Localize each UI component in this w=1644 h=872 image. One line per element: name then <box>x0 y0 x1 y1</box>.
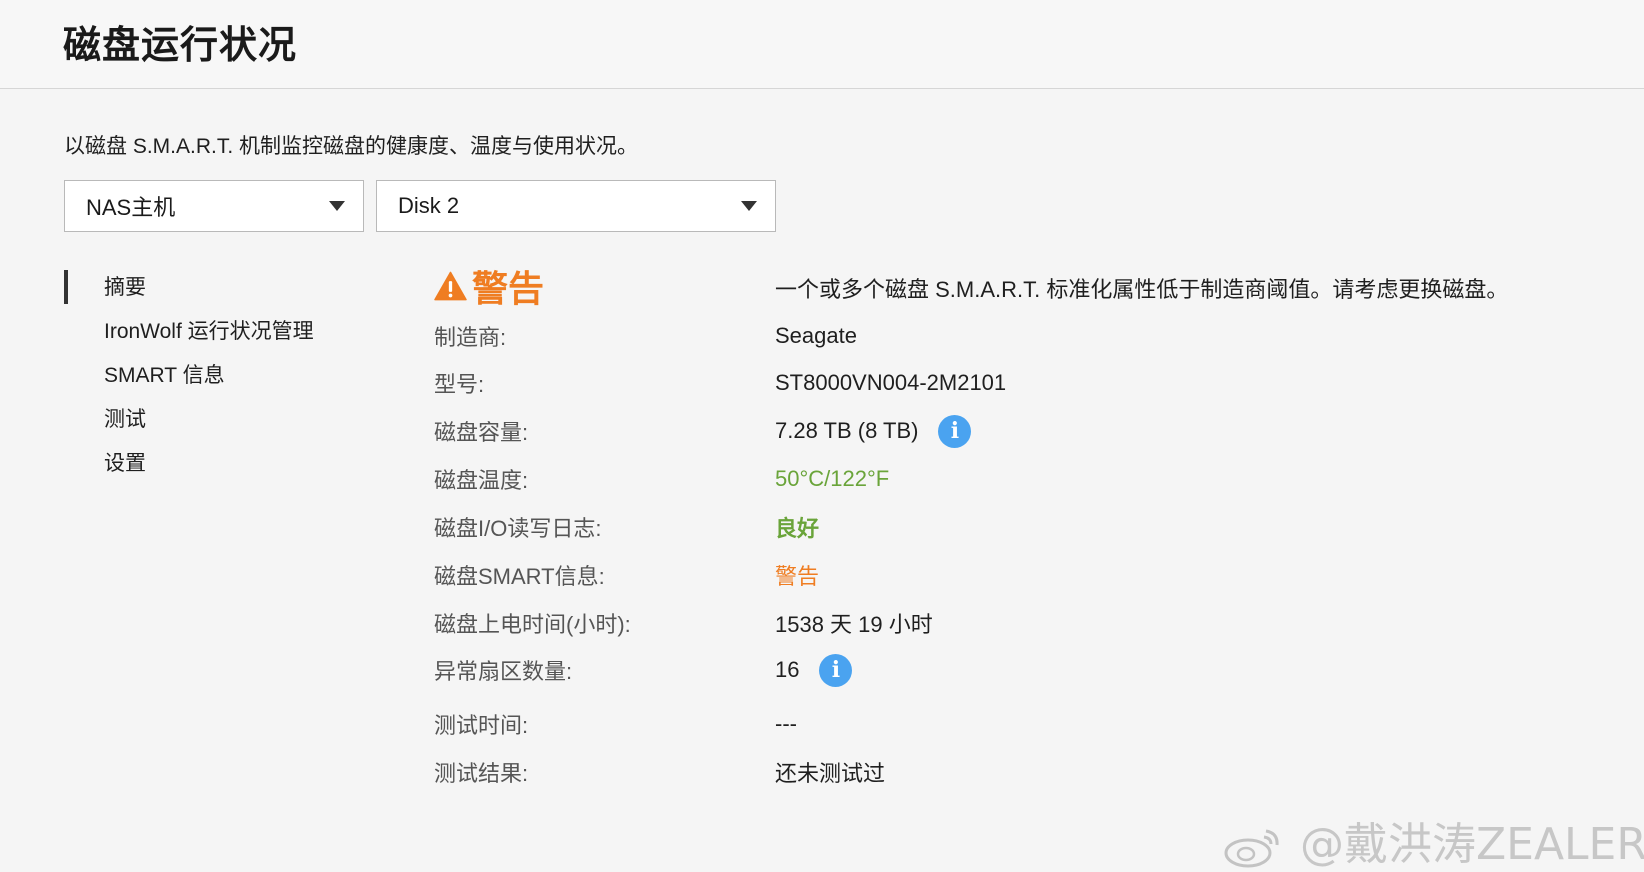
capacity-value-wrap: 7.28 TB (8 TB) i <box>775 414 972 448</box>
info-row-model: 型号: ST8000VN004-2M2101 <box>434 363 1614 403</box>
info-row-test-time: 测试时间: --- <box>434 704 1614 744</box>
host-select[interactable]: NAS主机 <box>64 180 364 232</box>
smart-value: 警告 <box>775 564 820 589</box>
capacity-value: 7.28 TB (8 TB) <box>775 418 919 443</box>
bad-sectors-value-wrap: 16 i <box>775 653 853 687</box>
info-icon[interactable]: i <box>938 414 972 448</box>
info-label: 磁盘SMART信息: <box>434 564 605 589</box>
weibo-logo-icon <box>1224 829 1279 868</box>
disk-select[interactable]: Disk 2 <box>376 180 776 232</box>
info-label: 磁盘容量: <box>434 420 529 445</box>
info-label: 测试结果: <box>434 761 529 786</box>
page-description: 以磁盘 S.M.A.R.T. 机制监控磁盘的健康度、温度与使用状况。 <box>64 135 639 158</box>
test-result-value: 还未测试过 <box>775 761 886 786</box>
sidebar-item-settings[interactable]: 设置 <box>64 442 384 486</box>
info-label: 磁盘上电时间(小时): <box>434 612 631 637</box>
chevron-down-icon <box>741 201 757 211</box>
host-select-value: NAS主机 <box>86 195 176 220</box>
info-row-manufacturer: 制造商: Seagate <box>434 316 1614 356</box>
info-icon[interactable]: i <box>819 653 853 687</box>
info-label: 磁盘温度: <box>434 468 529 493</box>
page-title: 磁盘运行状况 <box>63 25 298 67</box>
disk-select-value: Disk 2 <box>398 193 460 218</box>
info-row-test-result: 测试结果: 还未测试过 <box>434 752 1614 792</box>
watermark: @戴洪涛ZEALER <box>1222 808 1644 872</box>
sidebar-item-ironwolf[interactable]: IronWolf 运行状况管理 <box>64 310 384 354</box>
io-log-value: 良好 <box>775 516 820 541</box>
info-row-power-on: 磁盘上电时间(小时): 1538 天 19 小时 <box>434 603 1614 643</box>
page-header: 磁盘运行状况 <box>0 0 1644 89</box>
info-label: 制造商: <box>434 325 507 350</box>
status-label: 警告 <box>472 268 545 309</box>
info-label: 异常扇区数量: <box>434 659 573 684</box>
manufacturer-value: Seagate <box>775 323 857 348</box>
info-row-io-log: 磁盘I/O读写日志: 良好 <box>434 507 1614 547</box>
info-row-temperature: 磁盘温度: 50°C/122°F <box>434 459 1614 499</box>
power-on-value: 1538 天 19 小时 <box>775 612 933 637</box>
info-label: 测试时间: <box>434 713 529 738</box>
watermark-text: @戴洪涛ZEALER <box>1300 819 1644 870</box>
info-row-bad-sectors: 异常扇区数量: 16 i <box>434 650 1614 690</box>
bad-sectors-value: 16 <box>775 657 800 682</box>
model-value: ST8000VN004-2M2101 <box>775 370 1007 395</box>
info-label: 型号: <box>434 372 485 397</box>
sidebar-nav: 摘要 IronWolf 运行状况管理 SMART 信息 测试 设置 <box>64 266 384 486</box>
sidebar-item-smart-info[interactable]: SMART 信息 <box>64 354 384 398</box>
warning-triangle-icon <box>434 271 467 301</box>
info-row-capacity: 磁盘容量: 7.28 TB (8 TB) i <box>434 411 1614 451</box>
info-label: 磁盘I/O读写日志: <box>434 516 602 541</box>
temperature-value: 50°C/122°F <box>775 466 890 491</box>
status-message: 一个或多个磁盘 S.M.A.R.T. 标准化属性低于制造商阈值。请考虑更换磁盘。 <box>775 277 1509 302</box>
sidebar-item-summary[interactable]: 摘要 <box>64 266 384 310</box>
info-row-smart: 磁盘SMART信息: 警告 <box>434 555 1614 595</box>
sidebar-item-test[interactable]: 测试 <box>64 398 384 442</box>
test-time-value: --- <box>775 711 797 736</box>
status-indicator: 警告 <box>434 260 544 312</box>
disk-health-page: 磁盘运行状况 以磁盘 S.M.A.R.T. 机制监控磁盘的健康度、温度与使用状况… <box>0 0 1644 872</box>
chevron-down-icon <box>329 201 345 211</box>
